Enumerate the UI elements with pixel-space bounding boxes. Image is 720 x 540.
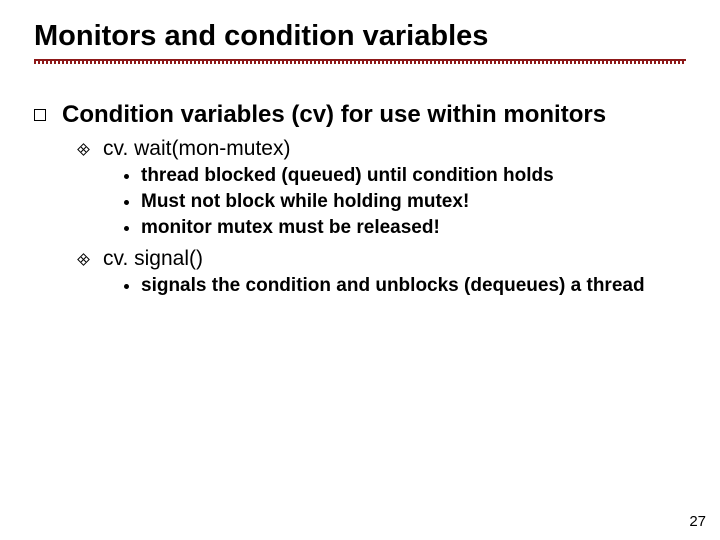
level3-text: Must not block while holding mutex! [141, 190, 469, 214]
level3-text: thread blocked (queued) until condition … [141, 164, 554, 188]
bullet-level3: monitor mutex must be released! [124, 216, 686, 240]
diamond-bullet-icon [76, 251, 92, 267]
page-number: 27 [689, 513, 706, 530]
dot-bullet-icon [124, 226, 129, 231]
bullet-level2: cv. signal() [78, 246, 686, 272]
level3-text: monitor mutex must be released! [141, 216, 440, 240]
bullet-level3: thread blocked (queued) until condition … [124, 164, 686, 188]
slide-title: Monitors and condition variables [0, 0, 720, 57]
bullet-level2: cv. wait(mon-mutex) [78, 136, 686, 162]
slide-body: Condition variables (cv) for use within … [0, 64, 720, 298]
dot-bullet-icon [124, 284, 129, 289]
bullet-level1: Condition variables (cv) for use within … [34, 100, 686, 130]
bullet-level3: Must not block while holding mutex! [124, 190, 686, 214]
level3-text: signals the condition and unblocks (dequ… [141, 274, 645, 298]
bullet-level3: signals the condition and unblocks (dequ… [124, 274, 686, 298]
dot-bullet-icon [124, 174, 129, 179]
dot-bullet-icon [124, 200, 129, 205]
square-bullet-icon [34, 109, 46, 121]
diamond-bullet-icon [76, 142, 92, 158]
level1-text: Condition variables (cv) for use within … [62, 100, 606, 130]
slide: Monitors and condition variables Conditi… [0, 0, 720, 540]
level2-text: cv. signal() [103, 246, 203, 272]
level2-text: cv. wait(mon-mutex) [103, 136, 290, 162]
